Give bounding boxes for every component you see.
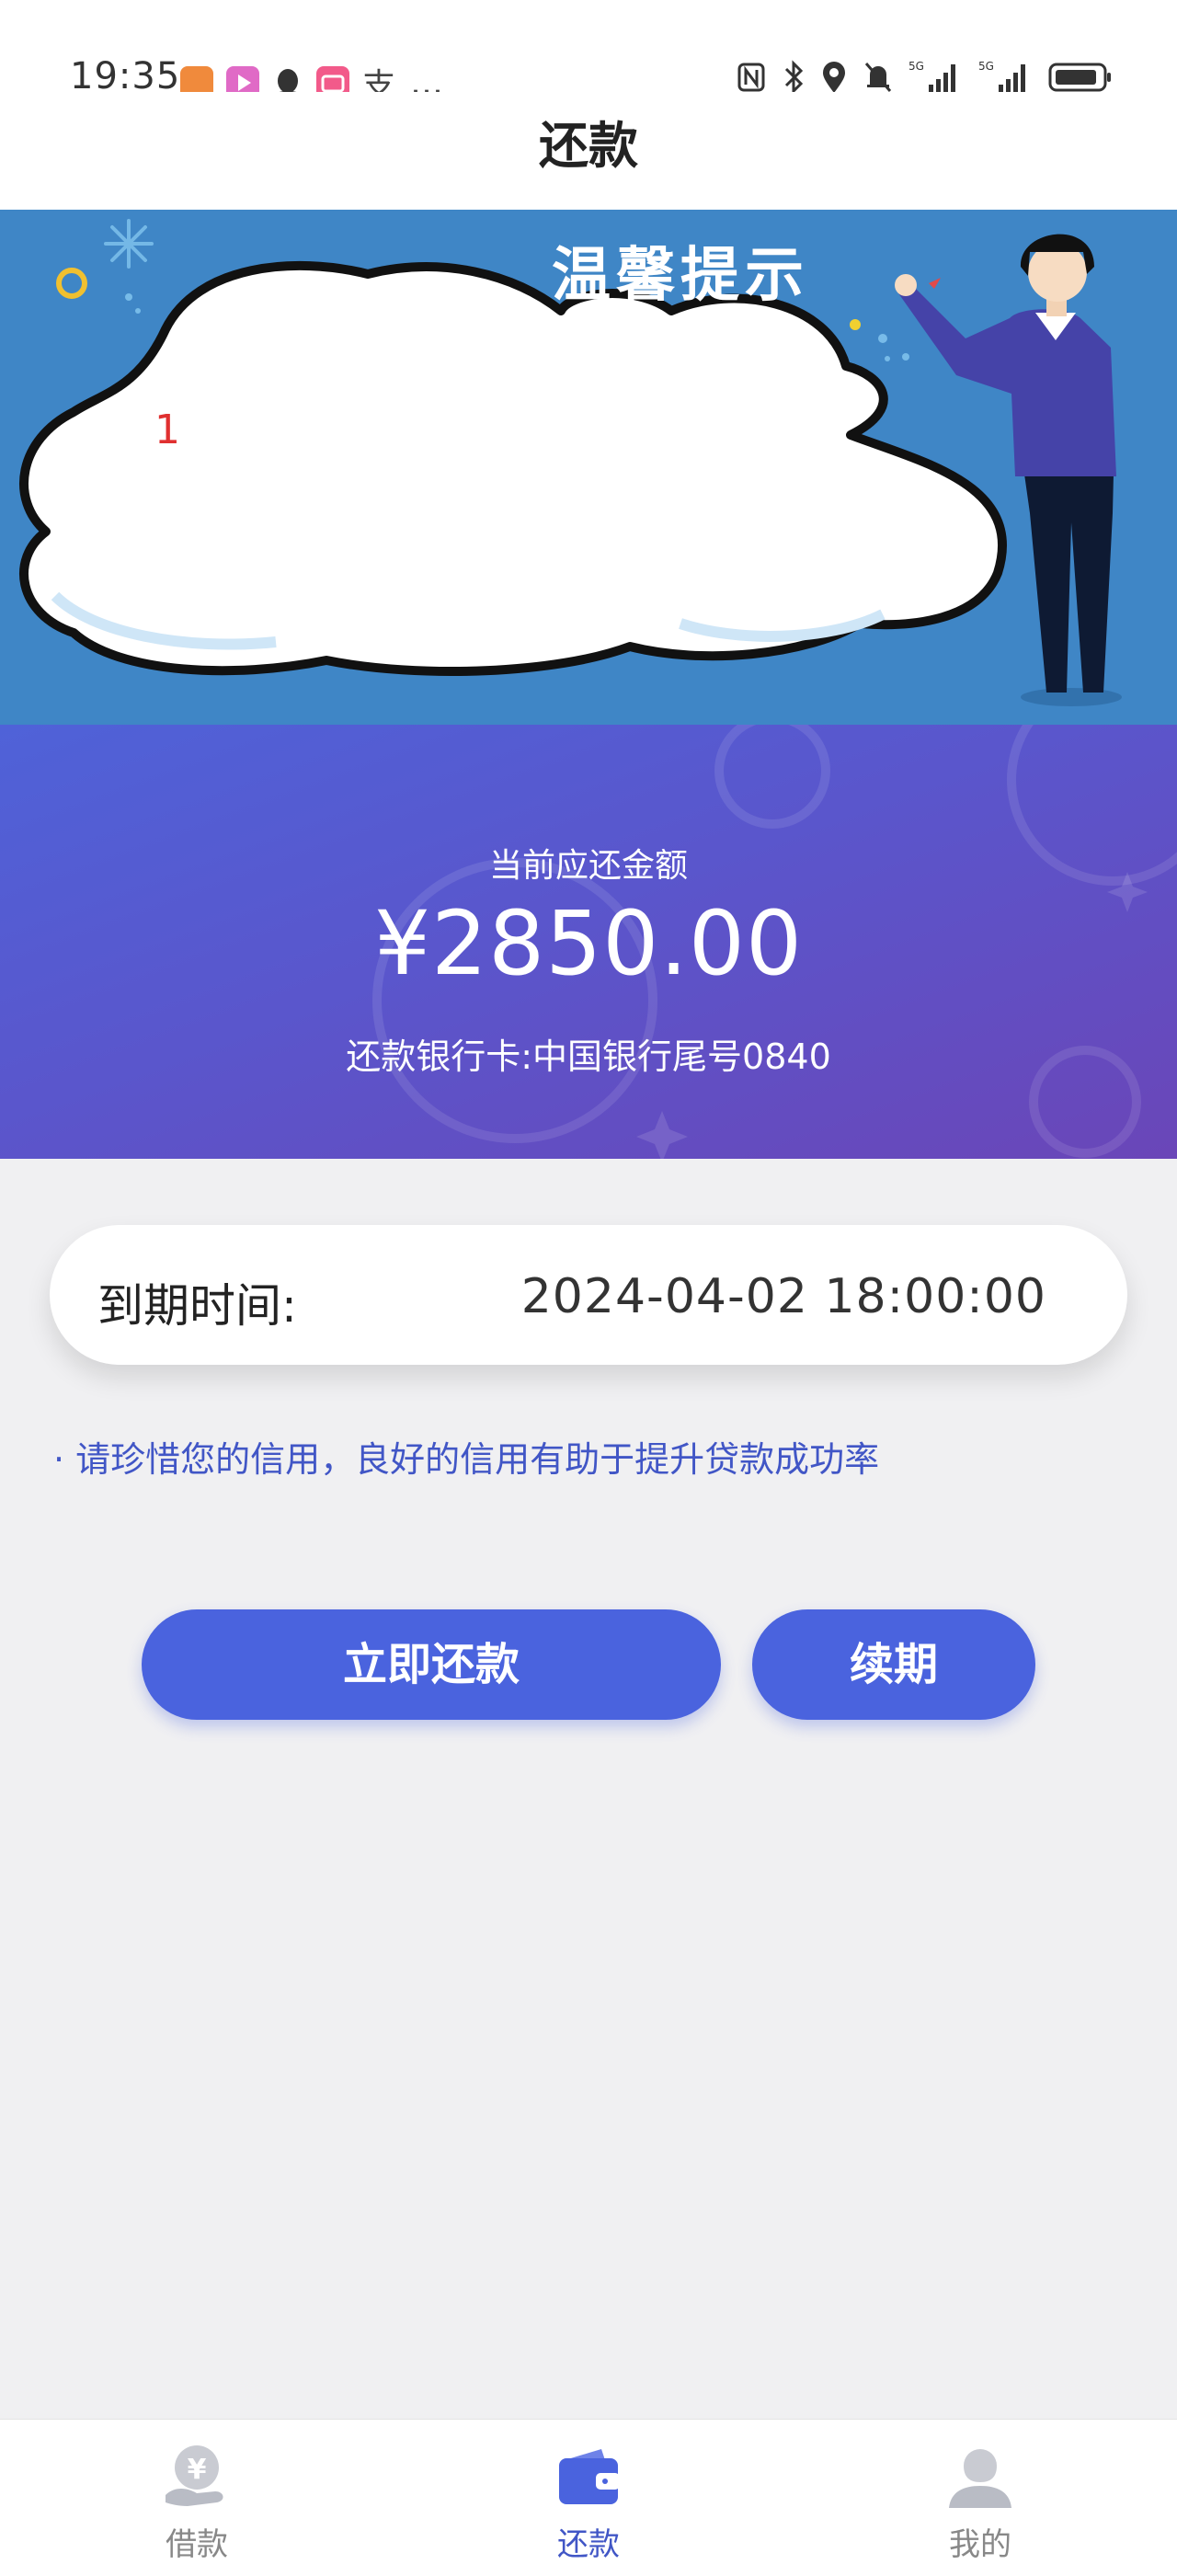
location-icon — [820, 60, 848, 95]
banner-note: 1 — [154, 406, 180, 453]
svg-text:¥: ¥ — [188, 2454, 207, 2486]
tab-borrow[interactable]: ¥ 借款 — [77, 2420, 316, 2576]
signal-5g-icon: 5G — [978, 59, 1034, 96]
battery-icon — [1048, 61, 1113, 94]
repay-now-button[interactable]: 立即还款 — [142, 1609, 721, 1720]
renew-button[interactable]: 续期 — [752, 1609, 1035, 1720]
repayment-amount-panel: 当前应还金额 ¥2850.00 还款银行卡:中国银行尾号0840 — [0, 725, 1177, 1159]
signal-5g-icon: 5G — [908, 59, 964, 96]
due-time-label: 到期时间: — [97, 1279, 297, 1333]
mute-bell-icon — [863, 60, 894, 95]
tab-mine[interactable]: 我的 — [861, 2420, 1100, 2576]
svg-text:5G: 5G — [978, 60, 994, 73]
tab-repay-label: 还款 — [557, 2526, 620, 2563]
loan-hand-icon: ¥ — [77, 2440, 316, 2517]
status-system-icons: 5G 5G — [736, 59, 1113, 96]
bottom-tab-bar: ¥ 借款 还款 我的 — [0, 2419, 1177, 2576]
bank-card-info: 还款银行卡:中国银行尾号0840 — [346, 1036, 831, 1077]
credit-tip: · 请珍惜您的信用，良好的信用有助于提升贷款成功率 — [53, 1439, 880, 1480]
nfc-icon — [736, 61, 767, 94]
tips-banner: 温馨提示 1 — [0, 210, 1177, 725]
due-time-card: 到期时间: 2024-04-02 18:00:00 — [50, 1225, 1127, 1365]
tab-borrow-label: 借款 — [166, 2526, 228, 2563]
page-header: 还款 — [0, 92, 1177, 210]
wallet-icon — [469, 2440, 708, 2517]
profile-icon — [861, 2440, 1100, 2517]
page-title: 还款 — [539, 117, 638, 175]
tab-mine-label: 我的 — [949, 2526, 1011, 2563]
bluetooth-icon — [782, 59, 806, 96]
amount-label: 当前应还金额 — [488, 847, 688, 885]
banner-title: 温馨提示 — [552, 242, 809, 310]
amount-value: ¥2850.00 — [373, 892, 804, 995]
due-time-value: 2024-04-02 18:00:00 — [520, 1269, 1046, 1324]
svg-text:5G: 5G — [908, 60, 924, 73]
tab-repay[interactable]: 还款 — [469, 2420, 708, 2576]
